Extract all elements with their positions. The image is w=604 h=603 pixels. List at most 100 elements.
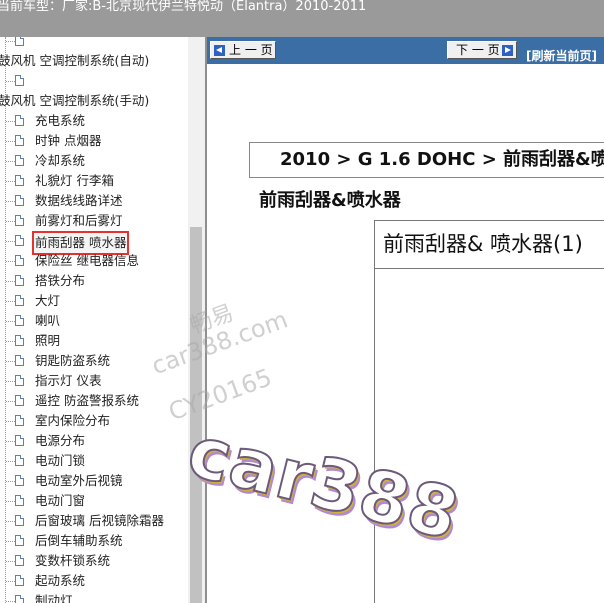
tree-item[interactable]: 室内保险分布 bbox=[0, 411, 188, 431]
vehicle-title: 当前车型：厂家:B-北京现代伊兰特悦动（Elantra）2010-2011 bbox=[0, 0, 367, 14]
tree-item[interactable]: 电动门窗 bbox=[0, 491, 188, 511]
tree-item-label[interactable]: 喇叭 bbox=[35, 311, 60, 331]
document-icon bbox=[15, 375, 24, 386]
tree-item[interactable]: 后窗玻璃 后视镜除霜器 bbox=[0, 511, 188, 531]
tree-item-label[interactable]: 遥控 防盗警报系统 bbox=[35, 391, 139, 411]
tree-branch-line bbox=[6, 361, 15, 362]
tree-item-label[interactable]: 后窗玻璃 后视镜除霜器 bbox=[35, 511, 164, 531]
document-icon bbox=[15, 275, 24, 286]
tree-item[interactable]: 数据线线路详述 bbox=[0, 191, 188, 211]
tree-branch-line bbox=[6, 201, 15, 202]
tree-branch-line bbox=[6, 81, 15, 82]
document-icon bbox=[15, 235, 24, 246]
tree-item[interactable]: 大灯 bbox=[0, 291, 188, 311]
document-icon bbox=[15, 435, 24, 446]
tree-item-label[interactable]: 搭铁分布 bbox=[35, 271, 85, 291]
tree-item[interactable]: 前雨刮器 喷水器 bbox=[0, 231, 188, 255]
tree-item[interactable]: 喇叭 bbox=[0, 311, 188, 331]
document-icon bbox=[15, 155, 24, 166]
tree-branch-line bbox=[6, 521, 15, 522]
tree-item-label[interactable]: 数据线线路详述 bbox=[35, 191, 123, 211]
tree-item-label[interactable]: 钥匙防盗系统 bbox=[35, 351, 110, 371]
tree-branch-line bbox=[6, 221, 15, 222]
document-icon bbox=[15, 315, 24, 326]
arrow-right-icon bbox=[502, 45, 513, 56]
tree-branch-line bbox=[6, 441, 15, 442]
document-icon bbox=[15, 255, 24, 266]
tree-item-label[interactable]: 时钟 点烟器 bbox=[35, 131, 101, 151]
document-icon bbox=[15, 595, 24, 603]
tree-item-label[interactable]: 保险丝 继电器信息 bbox=[35, 251, 139, 271]
tree-branch-line bbox=[6, 481, 15, 482]
document-icon bbox=[15, 195, 24, 206]
tree-item-label[interactable]: 鼓风机 空调控制系统(自动) bbox=[0, 51, 149, 71]
tree-branch-line bbox=[6, 181, 15, 182]
tree-item-label[interactable]: 电动室外后视镜 bbox=[35, 471, 123, 491]
tree-item[interactable] bbox=[0, 37, 188, 51]
tree-item[interactable] bbox=[0, 71, 188, 91]
document-icon bbox=[15, 575, 24, 586]
tree-item[interactable]: 电源分布 bbox=[0, 431, 188, 451]
tree-folder-item[interactable]: 鼓风机 空调控制系统(自动) bbox=[0, 51, 188, 71]
tree-branch-line bbox=[6, 261, 15, 262]
prev-page-label: 上 一 页 bbox=[229, 43, 273, 57]
tree-item-label[interactable]: 制动灯 bbox=[35, 591, 73, 603]
refresh-page-link[interactable]: [刷新当前页] bbox=[526, 47, 597, 64]
tree-item-label[interactable]: 礼貌灯 行李箱 bbox=[35, 171, 114, 191]
tree-item[interactable]: 制动灯 bbox=[0, 591, 188, 603]
tree-item[interactable]: 冷却系统 bbox=[0, 151, 188, 171]
tree-item-label[interactable]: 起动系统 bbox=[35, 571, 85, 591]
tree-branch-line bbox=[6, 541, 15, 542]
tree-branch-line bbox=[6, 141, 15, 142]
document-icon bbox=[15, 535, 24, 546]
tree-branch-line bbox=[6, 581, 15, 582]
tree-item-label[interactable]: 充电系统 bbox=[35, 111, 85, 131]
tree-folder-item[interactable]: 鼓风机 空调控制系统(手动) bbox=[0, 91, 188, 111]
tree-item[interactable]: 前雾灯和后雾灯 bbox=[0, 211, 188, 231]
tree-item-label[interactable]: 室内保险分布 bbox=[35, 411, 110, 431]
prev-page-button[interactable]: 上 一 页 bbox=[210, 41, 276, 59]
tree-item[interactable]: 后倒车辅助系统 bbox=[0, 531, 188, 551]
document-icon bbox=[15, 37, 24, 46]
document-icon bbox=[15, 295, 24, 306]
tree-item-label[interactable]: 电动门锁 bbox=[35, 451, 85, 471]
tree-item-label[interactable]: 冷却系统 bbox=[35, 151, 85, 171]
document-icon bbox=[15, 75, 24, 86]
tree-item-label[interactable]: 大灯 bbox=[35, 291, 60, 311]
tree-item[interactable]: 电动室外后视镜 bbox=[0, 471, 188, 491]
tree-item[interactable]: 搭铁分布 bbox=[0, 271, 188, 291]
tree-item[interactable]: 遥控 防盗警报系统 bbox=[0, 391, 188, 411]
tree-item-label[interactable]: 电动门窗 bbox=[35, 491, 85, 511]
tree-item[interactable]: 礼貌灯 行李箱 bbox=[0, 171, 188, 191]
tree-branch-line bbox=[6, 41, 15, 42]
document-icon bbox=[15, 115, 24, 126]
tree-branch-line bbox=[6, 401, 15, 402]
tree-item[interactable]: 起动系统 bbox=[0, 571, 188, 591]
document-icon bbox=[15, 455, 24, 466]
tree-item-label[interactable]: 前雾灯和后雾灯 bbox=[35, 211, 123, 231]
tree-item[interactable]: 保险丝 继电器信息 bbox=[0, 251, 188, 271]
document-icon bbox=[15, 495, 24, 506]
wiring-tree: 鼓风机 空调控制系统(自动) 鼓风机 空调控制系统(手动) 充电系统 时钟 点烟器 冷却… bbox=[0, 37, 188, 603]
tree-item-label[interactable]: 鼓风机 空调控制系统(手动) bbox=[0, 91, 149, 111]
tree-item-label[interactable]: 变数杆锁系统 bbox=[35, 551, 110, 571]
next-page-button[interactable]: 下 一 页 bbox=[447, 41, 517, 59]
tree-item[interactable]: 照明 bbox=[0, 331, 188, 351]
tree-item-label[interactable]: 照明 bbox=[35, 331, 60, 351]
vehicle-header: 当前车型：厂家:B-北京现代伊兰特悦动（Elantra）2010-2011 bbox=[0, 0, 604, 37]
tree-branch-line bbox=[6, 341, 15, 342]
tree-branch-line bbox=[6, 321, 15, 322]
tree-item-label[interactable]: 指示灯 仪表 bbox=[35, 371, 101, 391]
tree-item[interactable]: 充电系统 bbox=[0, 111, 188, 131]
tree-item[interactable]: 电动门锁 bbox=[0, 451, 188, 471]
tree-branch-line bbox=[6, 561, 15, 562]
tree-item[interactable]: 时钟 点烟器 bbox=[0, 131, 188, 151]
page-nav-bar: 上 一 页 下 一 页 [刷新当前页] bbox=[207, 37, 604, 64]
tree-item-label[interactable]: 电源分布 bbox=[35, 431, 85, 451]
tree-item[interactable]: 变数杆锁系统 bbox=[0, 551, 188, 571]
tree-branch-line bbox=[6, 121, 15, 122]
model-breadcrumb: 2010 > G 1.6 DOHC > 前雨刮器&喷水器 bbox=[249, 142, 604, 178]
tree-branch-line bbox=[6, 601, 15, 602]
document-icon bbox=[15, 335, 24, 346]
tree-item-label[interactable]: 后倒车辅助系统 bbox=[35, 531, 123, 551]
